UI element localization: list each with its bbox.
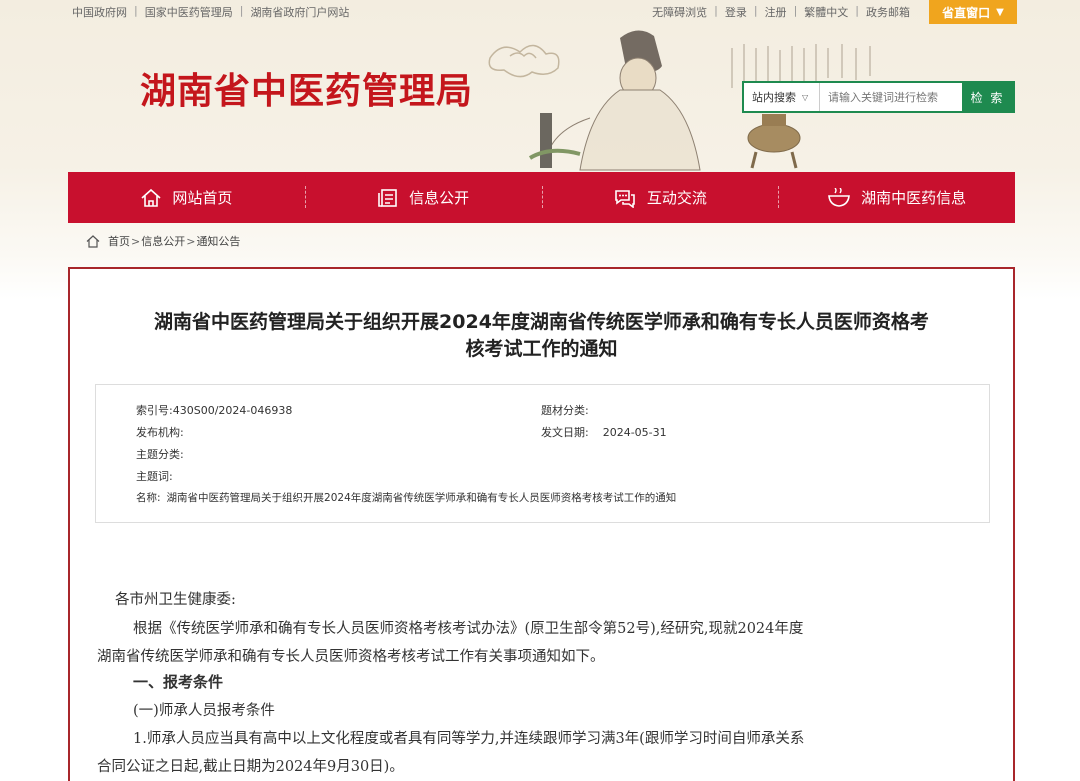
document-icon	[378, 188, 397, 207]
paragraph-line: 根据《传统医学师承和确有专长人员医师资格考核考试办法》(原卫生部令第52号),经…	[133, 621, 804, 637]
article-container: 湖南省中医药管理局关于组织开展2024年度湖南省传统医学师承和确有专长人员医师资…	[68, 267, 1015, 781]
nav-interaction-label: 互动交流	[646, 189, 707, 207]
meta-index-value: 430S00/2024-046938	[172, 404, 293, 417]
paragraph-line: 合同公证之日起,截止日期为2024年9月30日)。	[97, 759, 404, 775]
meta-date-label: 发文日期:	[541, 426, 589, 439]
subsection-heading: (一)师承人员报考条件	[133, 703, 275, 719]
search-input[interactable]	[820, 83, 962, 111]
top-left-links: 中国政府网 | 国家中医药管理局 | 湖南省政府门户网站	[72, 4, 349, 20]
bowl-icon	[828, 187, 851, 207]
divider: |	[134, 4, 138, 17]
chevron-down-icon: ▽	[802, 92, 809, 102]
breadcrumb-info[interactable]: 信息公开	[141, 233, 185, 249]
nav-interaction[interactable]: 互动交流	[541, 172, 779, 223]
nav-info-label: 信息公开	[409, 189, 470, 207]
paragraph-line: 1.师承人员应当具有高中以上文化程度或者具有同等学力,并连续跟师学习满3年(跟师…	[133, 731, 805, 747]
home-icon	[86, 234, 100, 248]
nav-home[interactable]: 网站首页	[68, 172, 305, 223]
article-title-line: 核考试工作的通知	[465, 338, 618, 360]
meta-category-label: 题材分类:	[541, 404, 589, 417]
metadata-box: 索引号:430S00/2024-046938 题材分类: 发布机构: 发文日期:…	[95, 384, 990, 523]
province-window-label: 省直窗口	[942, 5, 991, 20]
link-hunan-portal[interactable]: 湖南省政府门户网站	[250, 4, 349, 20]
search-button[interactable]: 检 索	[962, 83, 1013, 111]
paragraph-line: 湖南省传统医学师承和确有专长人员医师资格考核考试工作有关事项通知如下。	[97, 649, 605, 665]
home-icon	[141, 188, 161, 207]
triangle-down-icon: ▼	[996, 6, 1004, 18]
meta-date: 发文日期: 2024-05-31	[541, 424, 667, 440]
meta-topic: 主题分类:	[136, 446, 190, 462]
meta-date-value: 2024-05-31	[602, 426, 667, 439]
nav-hunan-tcm-info[interactable]: 湖南中医药信息	[778, 172, 1015, 223]
search-scope-select[interactable]: 站内搜索 ▽	[744, 83, 820, 111]
breadcrumb-home[interactable]: 首页	[108, 233, 130, 249]
meta-publisher-label: 发布机构:	[136, 426, 184, 439]
link-gov-portal[interactable]: 中国政府网	[72, 4, 127, 20]
breadcrumb-notices[interactable]: 通知公告	[196, 233, 240, 249]
breadcrumb-separator: >	[131, 234, 141, 248]
nav-info-disclosure[interactable]: 信息公开	[304, 172, 542, 223]
meta-name-value: 湖南省中医药管理局关于组织开展2024年度湖南省传统医学师承和确有专长人员医师资…	[166, 492, 677, 504]
nav-home-label: 网站首页	[172, 189, 233, 207]
meta-name: 名称: 湖南省中医药管理局关于组织开展2024年度湖南省传统医学师承和确有专长人员…	[136, 490, 676, 505]
site-title[interactable]: 湖南省中医药管理局	[140, 62, 473, 114]
chat-icon	[615, 189, 635, 208]
province-window-dropdown[interactable]: 省直窗口 ▼	[929, 0, 1017, 24]
article-title-line: 湖南省中医药管理局关于组织开展2024年度湖南省传统医学师承和确有专长人员医师资…	[154, 311, 929, 333]
link-national-tcm[interactable]: 国家中医药管理局	[145, 4, 233, 20]
meta-publisher: 发布机构:	[136, 424, 190, 440]
meta-keywords: 主题词:	[136, 468, 179, 484]
breadcrumb-separator: >	[186, 234, 196, 248]
meta-topic-label: 主题分类:	[136, 448, 184, 461]
meta-keywords-label: 主题词:	[136, 470, 173, 483]
salutation: 各市州卫生健康委:	[115, 592, 236, 608]
main-nav: 网站首页 信息公开 互动交流 湖南中医药信息	[68, 172, 1015, 223]
meta-index: 索引号:430S00/2024-046938	[136, 402, 292, 418]
search-scope-label: 站内搜索	[752, 91, 796, 104]
article-title: 湖南省中医药管理局关于组织开展2024年度湖南省传统医学师承和确有专长人员医师资…	[100, 309, 983, 363]
breadcrumb: 首页 > 信息公开 > 通知公告	[86, 233, 240, 249]
meta-category: 题材分类:	[541, 402, 595, 418]
divider: |	[239, 4, 244, 17]
meta-name-label: 名称:	[136, 492, 161, 504]
search-box: 站内搜索 ▽ 检 索	[742, 81, 1015, 113]
meta-index-label: 索引号:	[136, 404, 173, 417]
section-heading: 一、报考条件	[133, 673, 224, 691]
nav-hunan-tcm-label: 湖南中医药信息	[861, 189, 967, 207]
